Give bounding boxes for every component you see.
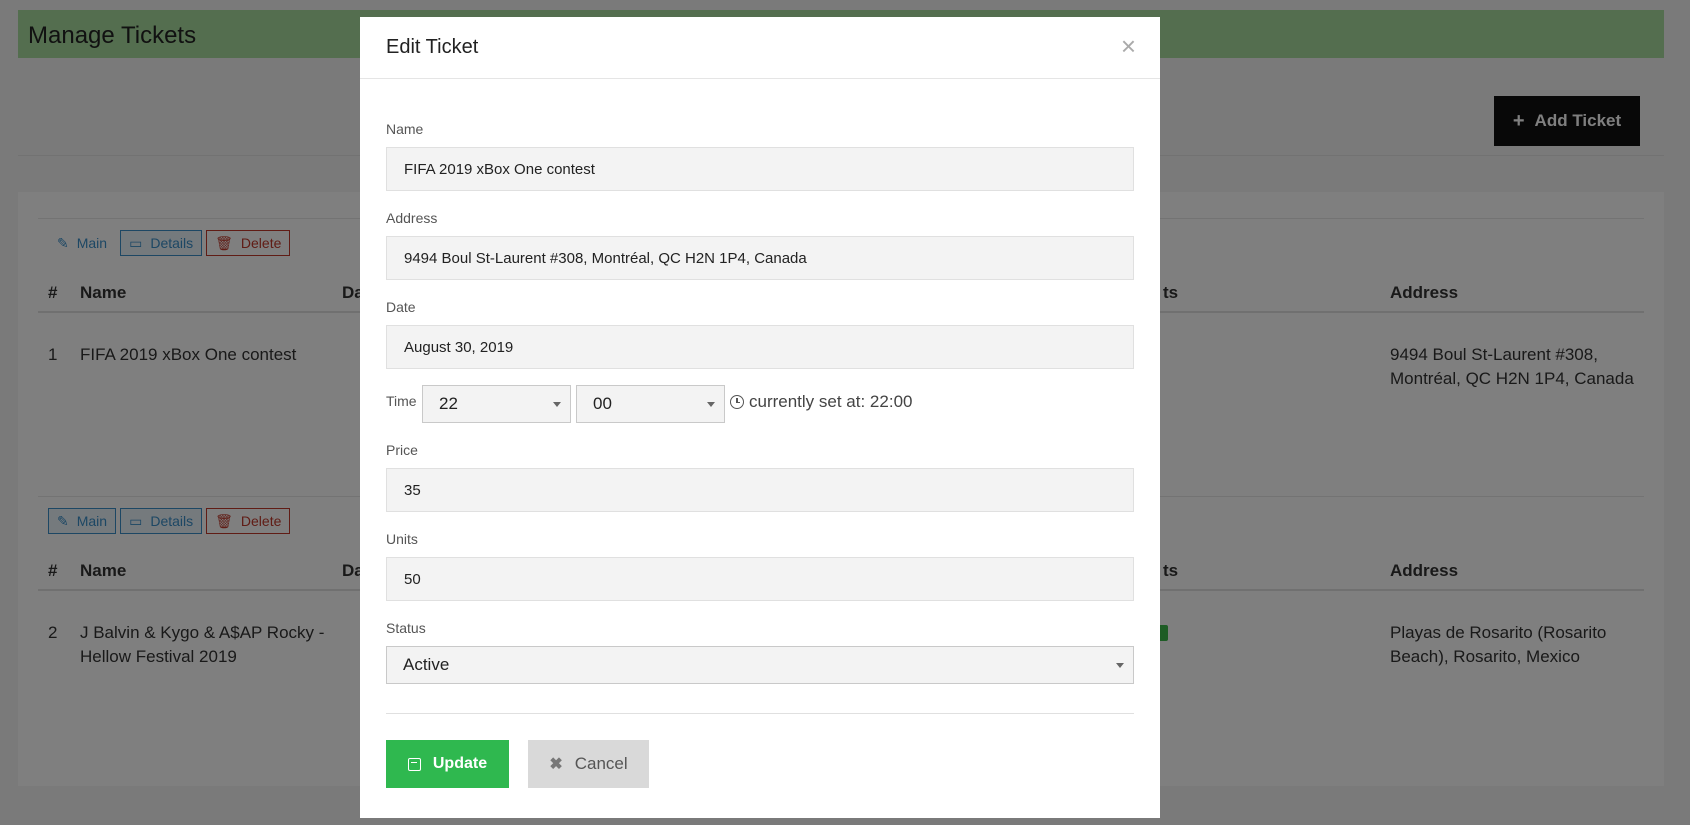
close-icon[interactable]: × <box>1121 33 1136 59</box>
date-input[interactable]: August 30, 2019 <box>386 325 1134 369</box>
chevron-down-icon <box>707 402 715 407</box>
close-icon: ✖ <box>549 756 563 773</box>
update-button[interactable]: Update <box>386 740 509 788</box>
cancel-button[interactable]: ✖ Cancel <box>528 740 649 788</box>
chevron-down-icon <box>553 402 561 407</box>
date-label: Date <box>386 299 416 315</box>
units-label: Units <box>386 531 418 547</box>
minute-select[interactable]: 00 <box>576 385 725 423</box>
price-label: Price <box>386 442 418 458</box>
hour-select[interactable]: 22 <box>422 385 571 423</box>
status-select[interactable]: Active <box>386 646 1134 684</box>
address-input[interactable]: 9494 Boul St-Laurent #308, Montréal, QC … <box>386 236 1134 280</box>
price-input[interactable]: 35 <box>386 468 1134 512</box>
save-icon <box>407 757 421 771</box>
name-input[interactable]: FIFA 2019 xBox One contest <box>386 147 1134 191</box>
clock-icon <box>730 395 744 409</box>
modal-title: Edit Ticket <box>386 36 479 58</box>
chevron-down-icon <box>1116 663 1124 668</box>
modal-header: Edit Ticket × <box>360 17 1160 79</box>
name-label: Name <box>386 121 424 137</box>
status-label: Status <box>386 620 426 636</box>
time-label: Time <box>386 393 417 409</box>
edit-ticket-modal: Edit Ticket × Name FIFA 2019 xBox One co… <box>360 17 1160 818</box>
units-input[interactable]: 50 <box>386 557 1134 601</box>
address-label: Address <box>386 210 438 226</box>
form-divider <box>386 713 1134 714</box>
current-time-note: currently set at: 22:00 <box>730 392 912 412</box>
